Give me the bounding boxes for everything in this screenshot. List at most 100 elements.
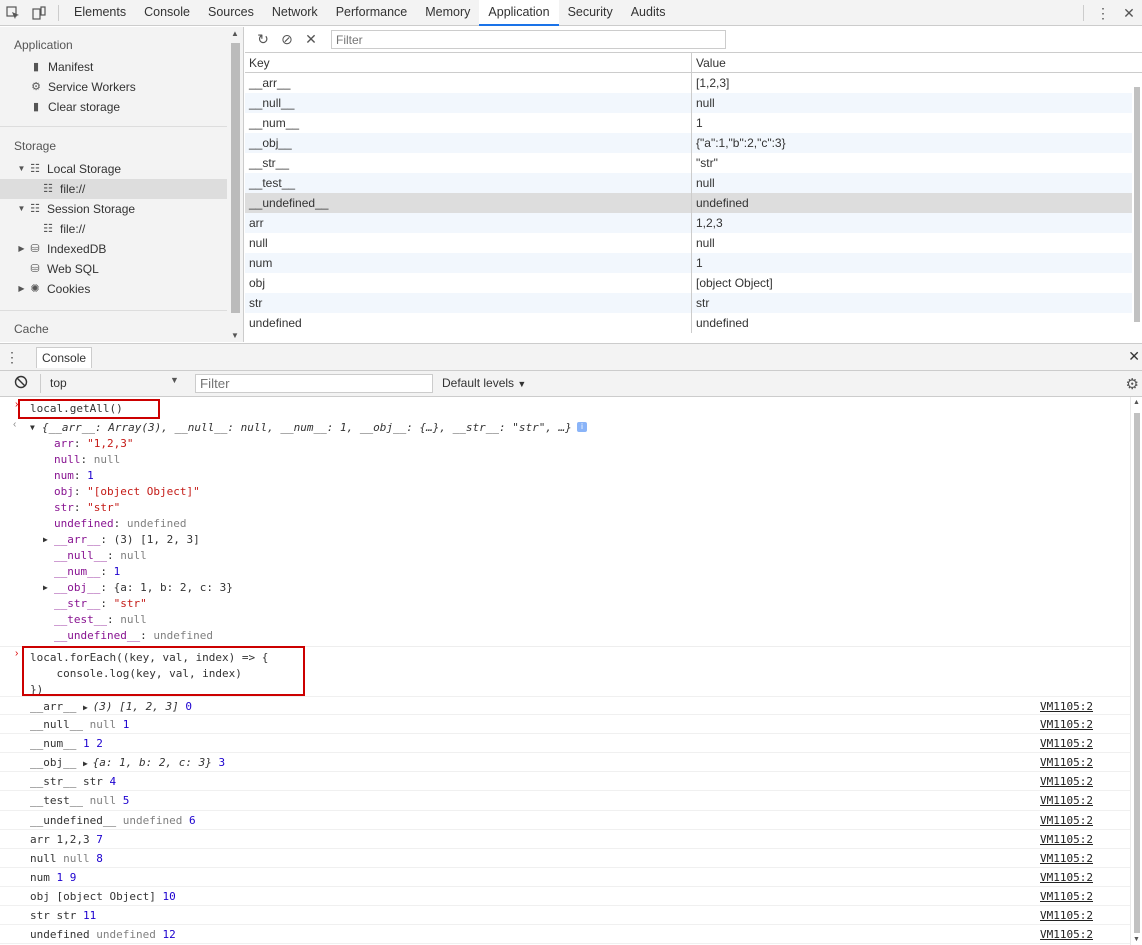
storage-row[interactable]: __obj__ {"a":1,"b":2,"c":3} bbox=[245, 133, 1132, 153]
delete-selected-icon[interactable]: ✕ bbox=[301, 30, 321, 50]
sidebar-scroll-thumb[interactable] bbox=[231, 43, 240, 313]
sidebar-item-cookies[interactable]: ▶ ✺ Cookies bbox=[0, 279, 243, 299]
log-object-value[interactable]: {a: 1, b: 2, c: 3} bbox=[93, 756, 212, 769]
storage-row[interactable]: num 1 bbox=[245, 253, 1132, 273]
storage-row[interactable]: __undefined__ undefined bbox=[245, 193, 1132, 213]
tab-memory[interactable]: Memory bbox=[416, 0, 479, 26]
tab-audits[interactable]: Audits bbox=[622, 0, 675, 26]
tab-performance[interactable]: Performance bbox=[327, 0, 417, 26]
collapsed-arrow-icon[interactable]: ▶ bbox=[16, 279, 27, 299]
log-source-link[interactable]: VM1105:2 bbox=[1040, 925, 1093, 944]
console-scroll-thumb[interactable] bbox=[1134, 413, 1140, 933]
grid-icon: ☷ bbox=[30, 163, 40, 175]
result-arrow-icon: ‹ bbox=[13, 419, 17, 430]
expanded-arrow-icon[interactable]: ▼ bbox=[16, 159, 27, 179]
expand-arrow-icon[interactable]: ▶ bbox=[43, 580, 48, 596]
storage-scroll-thumb[interactable] bbox=[1134, 87, 1140, 322]
storage-row[interactable]: __num__ 1 bbox=[245, 113, 1132, 133]
context-selector[interactable]: top bbox=[40, 374, 188, 393]
tab-sources[interactable]: Sources bbox=[199, 0, 263, 26]
tab-console[interactable]: Console bbox=[135, 0, 199, 26]
log-source-link[interactable]: VM1105:2 bbox=[1040, 715, 1093, 734]
console-settings-gear-icon[interactable]: ⚙ bbox=[1126, 375, 1139, 393]
console-log-list: __arr__ ▶ (3) [1, 2, 3] 0 VM1105:2 __null_… bbox=[0, 696, 1130, 945]
console-log-row: undefined undefined 12 VM1105:2 bbox=[0, 925, 1130, 945]
log-source-link[interactable]: VM1105:2 bbox=[1040, 830, 1093, 849]
storage-scrollbar[interactable] bbox=[1132, 73, 1142, 342]
storage-row[interactable]: arr 1,2,3 bbox=[245, 213, 1132, 233]
log-key: str bbox=[30, 909, 50, 923]
cookie-icon: ✺ bbox=[30, 283, 40, 295]
expand-arrow-icon[interactable]: ▶ bbox=[83, 759, 93, 768]
storage-row[interactable]: __null__ null bbox=[245, 93, 1132, 113]
sidebar-item-local-storage[interactable]: ▼ ☷ Local Storage bbox=[0, 159, 243, 179]
refresh-icon[interactable]: ↻ bbox=[253, 30, 273, 50]
collapsed-arrow-icon[interactable]: ▶ bbox=[16, 239, 27, 259]
tab-network[interactable]: Network bbox=[263, 0, 327, 26]
log-source-link[interactable]: VM1105:2 bbox=[1040, 868, 1093, 887]
sidebar-item-service-workers[interactable]: ⚙ Service Workers bbox=[28, 77, 243, 97]
sidebar-item-session-storage[interactable]: ▼ ☷ Session Storage bbox=[0, 199, 243, 219]
tab-security[interactable]: Security bbox=[559, 0, 622, 26]
log-source-link[interactable]: VM1105:2 bbox=[1040, 906, 1093, 925]
context-dropdown-icon[interactable]: ▼ bbox=[170, 375, 179, 385]
tab-application[interactable]: Application bbox=[479, 0, 559, 26]
result-summary[interactable]: {__arr__: Array(3), __null__: null, __nu… bbox=[42, 420, 572, 436]
console-filter-input[interactable] bbox=[195, 374, 433, 393]
log-source-link[interactable]: VM1105:2 bbox=[1040, 697, 1093, 716]
console-drawer-tab[interactable]: Console bbox=[36, 346, 93, 368]
object-property: __undefined__: undefined bbox=[54, 629, 213, 642]
property-value: null bbox=[93, 453, 121, 466]
sidebar-item-indexeddb[interactable]: ▶ ⛁ IndexedDB bbox=[0, 239, 243, 259]
sidebar-item-manifest[interactable]: ▮ Manifest bbox=[28, 57, 243, 77]
log-source-link[interactable]: VM1105:2 bbox=[1040, 791, 1093, 810]
sidebar-item-clear-storage[interactable]: ▮ Clear storage bbox=[28, 97, 243, 117]
info-icon[interactable]: i bbox=[577, 422, 587, 432]
log-source-link[interactable]: VM1105:2 bbox=[1040, 887, 1093, 906]
log-source-link[interactable]: VM1105:2 bbox=[1040, 753, 1093, 772]
close-drawer-icon[interactable]: ✕ bbox=[1128, 348, 1140, 365]
scroll-down-icon[interactable]: ▼ bbox=[231, 331, 239, 340]
more-options-icon[interactable]: ⋮ bbox=[1090, 0, 1116, 26]
storage-row[interactable]: obj [object Object] bbox=[245, 273, 1132, 293]
device-toolbar-icon[interactable] bbox=[26, 0, 52, 26]
clear-all-icon[interactable]: ⊘ bbox=[277, 30, 297, 50]
close-devtools-icon[interactable]: ✕ bbox=[1116, 0, 1142, 26]
log-source-link[interactable]: VM1105:2 bbox=[1040, 811, 1093, 830]
storage-row[interactable]: __test__ null bbox=[245, 173, 1132, 193]
expand-arrow-icon[interactable]: ▶ bbox=[43, 532, 48, 548]
result-expand-arrow-icon[interactable]: ▼ bbox=[30, 420, 35, 436]
console-scrollbar[interactable]: ▲ ▼ bbox=[1130, 397, 1142, 945]
tab-elements[interactable]: Elements bbox=[65, 0, 135, 26]
scroll-up-icon[interactable]: ▲ bbox=[231, 29, 239, 38]
clear-console-icon[interactable] bbox=[14, 375, 28, 392]
storage-row[interactable]: str str bbox=[245, 293, 1132, 313]
sidebar-scrollbar[interactable]: ▲ ▼ bbox=[227, 27, 243, 342]
storage-row[interactable]: undefined undefined bbox=[245, 313, 1132, 333]
expand-arrow-icon[interactable]: ▶ bbox=[83, 703, 93, 712]
log-source-link[interactable]: VM1105:2 bbox=[1040, 849, 1093, 868]
log-source-link[interactable]: VM1105:2 bbox=[1040, 734, 1093, 753]
inspect-element-icon[interactable] bbox=[0, 0, 26, 26]
drawer-menu-icon[interactable]: ⋮ bbox=[0, 344, 24, 370]
sidebar-item-file-[interactable]: ☷ file:// bbox=[0, 179, 243, 199]
storage-toolbar: ↻ ⊘ ✕ bbox=[245, 27, 1142, 53]
expanded-arrow-icon[interactable]: ▼ bbox=[16, 199, 27, 219]
storage-filter-input[interactable] bbox=[331, 30, 726, 49]
storage-value-cell: undefined bbox=[696, 316, 749, 330]
scroll-up-icon[interactable]: ▲ bbox=[1133, 399, 1140, 406]
log-levels-dropdown[interactable]: Default levels ▼ bbox=[442, 376, 526, 390]
sidebar-item-file-[interactable]: ☷ file:// bbox=[0, 219, 243, 239]
toolbar-divider bbox=[58, 4, 59, 21]
storage-row[interactable]: __arr__ [1,2,3] bbox=[245, 73, 1132, 93]
storage-row[interactable]: null null bbox=[245, 233, 1132, 253]
sidebar-item-web-sql[interactable]: ⛁ Web SQL bbox=[0, 259, 243, 279]
storage-value-cell: 1,2,3 bbox=[696, 216, 723, 230]
key-column-header[interactable]: Key bbox=[245, 53, 692, 72]
log-source-link[interactable]: VM1105:2 bbox=[1040, 772, 1093, 791]
console-log-row: num 1 9 VM1105:2 bbox=[0, 868, 1130, 887]
scroll-down-icon[interactable]: ▼ bbox=[1133, 936, 1140, 943]
storage-row[interactable]: __str__ "str" bbox=[245, 153, 1132, 173]
log-object-value[interactable]: (3) [1, 2, 3] bbox=[93, 700, 179, 713]
value-column-header[interactable]: Value bbox=[692, 53, 1142, 72]
